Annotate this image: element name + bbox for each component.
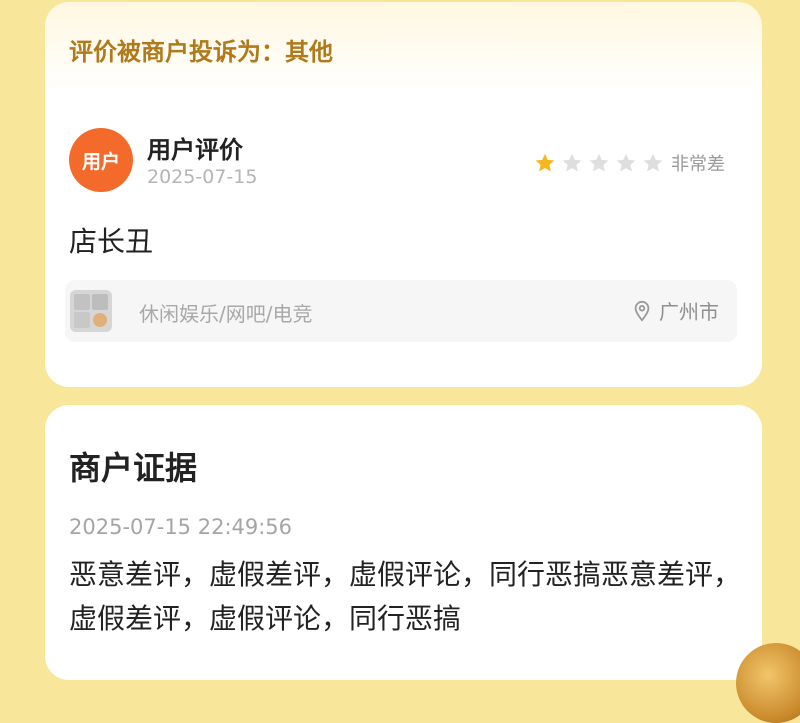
star-icon <box>615 152 637 174</box>
store-category: 休闲娱乐/网吧/电竞 <box>139 302 313 326</box>
review-comment: 店长丑 <box>69 225 154 258</box>
evidence-card: 商户证据 2025-07-15 22:49:56 恶意差评，虚假差评，虚假评论，… <box>45 405 762 680</box>
store-thumbnail-icon <box>70 290 112 332</box>
evidence-title: 商户证据 <box>69 449 198 487</box>
location-text: 广州市 <box>659 300 719 324</box>
avatar[interactable]: 用户 <box>69 128 133 192</box>
reviewer-name: 用户评价 <box>147 136 243 164</box>
rating-text: 非常差 <box>671 154 725 175</box>
location-pin-icon <box>631 300 653 322</box>
evidence-text: 恶意差评，虚假差评，虚假评论，同行恶搞恶意差评，虚假差评，虚假评论，同行恶搞 <box>69 558 742 635</box>
star-rating: 非常差 <box>534 150 725 176</box>
review-date: 2025-07-15 <box>147 166 258 188</box>
avatar-text: 用户 <box>81 150 120 173</box>
star-icon <box>561 152 583 174</box>
star-icon <box>642 152 664 174</box>
evidence-timestamp: 2025-07-15 22:49:56 <box>69 515 293 539</box>
star-icon <box>588 152 610 174</box>
review-card: 评价被商户投诉为：其他 用户 用户评价 2025-07-15 非常差 店长丑 休… <box>45 2 762 387</box>
store-location[interactable]: 广州市 <box>631 296 719 325</box>
star-icon <box>534 152 556 174</box>
floating-coin-icon[interactable] <box>736 643 800 723</box>
store-info-bar[interactable]: 休闲娱乐/网吧/电竞 广州市 <box>65 280 737 342</box>
complaint-label: 评价被商户投诉为：其他 <box>69 38 333 66</box>
